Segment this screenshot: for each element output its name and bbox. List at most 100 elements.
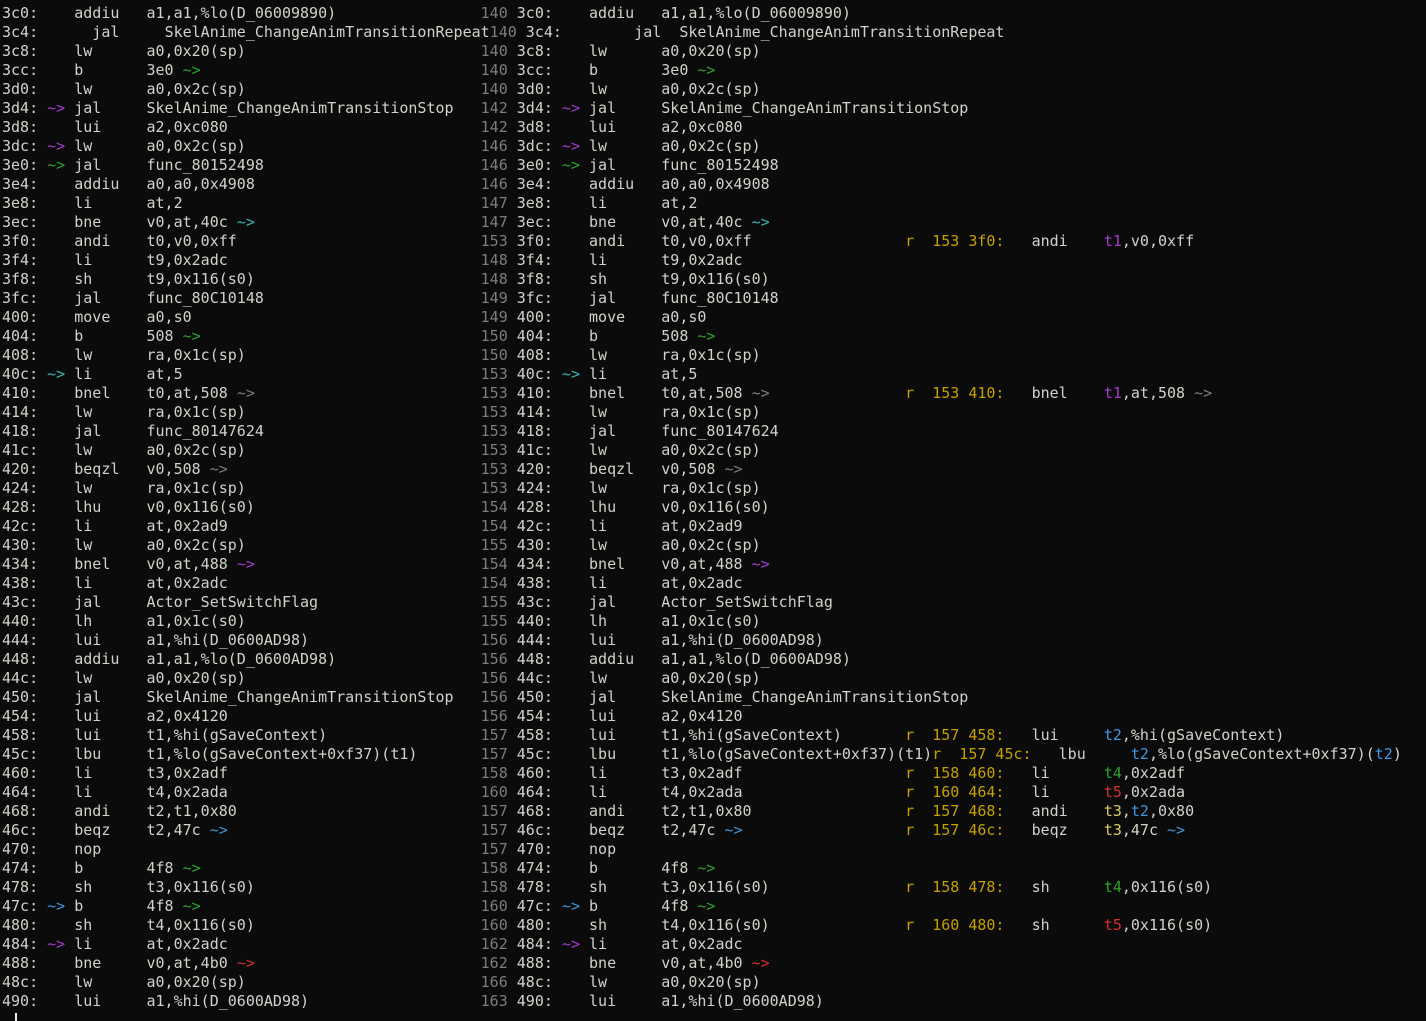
operands: a0,0x20(sp)	[147, 973, 246, 991]
asm-text	[553, 802, 589, 820]
branch-target-arrow-icon: ~>	[47, 137, 65, 155]
asm-text	[553, 175, 589, 193]
text-cursor[interactable]	[15, 1013, 17, 1021]
asm-text	[743, 954, 752, 972]
asm-row-3dc: 3dc: ~> lw a0,0x2c(sp) 146 3dc: ~> lw a0…	[2, 137, 1426, 156]
column-gap	[228, 821, 481, 839]
operands: 508	[147, 327, 174, 345]
line-number: 157	[481, 726, 517, 744]
line-number: 153	[481, 384, 517, 402]
line-number: 148	[481, 270, 517, 288]
asm-row-3fc: 3fc: jal func_80C10148 149 3fc: jal func…	[2, 289, 1426, 308]
asm-text	[38, 669, 74, 687]
asm-text	[553, 4, 589, 22]
operands: 4f8	[147, 897, 174, 915]
address: 3dc:	[517, 137, 553, 155]
asm-text	[553, 916, 589, 934]
operands: func_80C10148	[661, 289, 778, 307]
mnemonic: move	[589, 308, 661, 326]
asm-text	[65, 365, 74, 383]
mnemonic: li	[589, 517, 661, 535]
operands: at,2	[147, 194, 183, 212]
operands: Actor_SetSwitchFlag	[147, 593, 319, 611]
asm-text	[553, 574, 589, 592]
mnemonic: lui	[589, 726, 661, 744]
asm-text	[553, 764, 589, 782]
mnemonic: li	[74, 783, 146, 801]
asm-text	[580, 99, 589, 117]
operands: a1,0x1c(s0)	[661, 612, 760, 630]
column-gap	[770, 916, 905, 934]
asm-row-3c8: 3c8: lw a0,0x20(sp) 140 3c8: lw a0,0x20(…	[2, 42, 1426, 61]
address: 430:	[517, 536, 553, 554]
asm-text	[38, 213, 74, 231]
asm-text	[553, 327, 589, 345]
reg-diff-marker: r 153 3f0:	[905, 232, 1004, 250]
mnemonic: lh	[589, 612, 661, 630]
branch-arrow-icon: ~>	[697, 897, 715, 915]
mnemonic: bnel	[74, 555, 146, 573]
address: 3e4:	[517, 175, 553, 193]
asm-text	[38, 460, 74, 478]
branch-target-arrow-icon: ~>	[47, 897, 65, 915]
address: 448:	[2, 650, 38, 668]
mnemonic: sh	[74, 916, 146, 934]
operands: at,0x2adc	[661, 935, 742, 953]
register-operand: t5	[1104, 916, 1122, 934]
mnemonic: beqz	[1032, 821, 1104, 839]
column-gap	[228, 707, 481, 725]
address: 3c4:	[2, 23, 38, 41]
branch-arrow-icon: ~>	[697, 327, 715, 345]
asm-text	[38, 555, 74, 573]
branch-arrow-icon: ~>	[237, 954, 255, 972]
address: 42c:	[517, 517, 553, 535]
branch-arrow-icon: ~>	[237, 555, 255, 573]
address: 40c:	[2, 365, 38, 383]
mnemonic: lui	[589, 631, 661, 649]
mnemonic: jal	[589, 593, 661, 611]
address: 464:	[2, 783, 38, 801]
asm-text	[1004, 802, 1031, 820]
mnemonic: b	[589, 897, 661, 915]
asm-text	[1004, 783, 1031, 801]
address: 428:	[517, 498, 553, 516]
operands: func_80152498	[147, 156, 264, 174]
address: 410:	[2, 384, 38, 402]
address: 3f0:	[2, 232, 38, 250]
column-gap	[255, 213, 481, 231]
branch-arrow-icon: ~>	[183, 897, 201, 915]
register-operand: t3	[1104, 802, 1122, 820]
asm-text	[553, 555, 589, 573]
asm-text	[38, 441, 74, 459]
mnemonic: lui	[74, 631, 146, 649]
operands: t1,%lo(gSaveContext+0xf37)(t1)	[147, 745, 418, 763]
asm-text	[715, 821, 724, 839]
asm-text	[580, 365, 589, 383]
address: 46c:	[517, 821, 553, 839]
address: 44c:	[517, 669, 553, 687]
asm-text	[38, 650, 74, 668]
address: 3f8:	[517, 270, 553, 288]
asm-row-3c4: 3c4: jal SkelAnime_ChangeAnimTransitionR…	[2, 23, 1426, 42]
asm-text	[553, 403, 589, 421]
mnemonic: jal	[74, 688, 146, 706]
asm-text	[38, 536, 74, 554]
address: 42c:	[2, 517, 38, 535]
address: 41c:	[517, 441, 553, 459]
register-operand: ,0x116(s0)	[1122, 916, 1212, 934]
line-number: 160	[481, 783, 517, 801]
mnemonic: li	[1032, 783, 1104, 801]
column-gap	[228, 764, 481, 782]
mnemonic: li	[74, 574, 146, 592]
asm-row-45c: 45c: lbu t1,%lo(gSaveContext+0xf37)(t1) …	[2, 745, 1426, 764]
branch-target-arrow-icon: ~>	[562, 137, 580, 155]
mnemonic: beqz	[589, 821, 661, 839]
asm-text	[553, 194, 589, 212]
column-gap	[201, 327, 481, 345]
address: 434:	[517, 555, 553, 573]
column-gap	[246, 403, 481, 421]
operands: 508	[661, 327, 688, 345]
mnemonic: bne	[589, 954, 661, 972]
line-number: 153	[481, 441, 517, 459]
operands: func_80152498	[661, 156, 778, 174]
